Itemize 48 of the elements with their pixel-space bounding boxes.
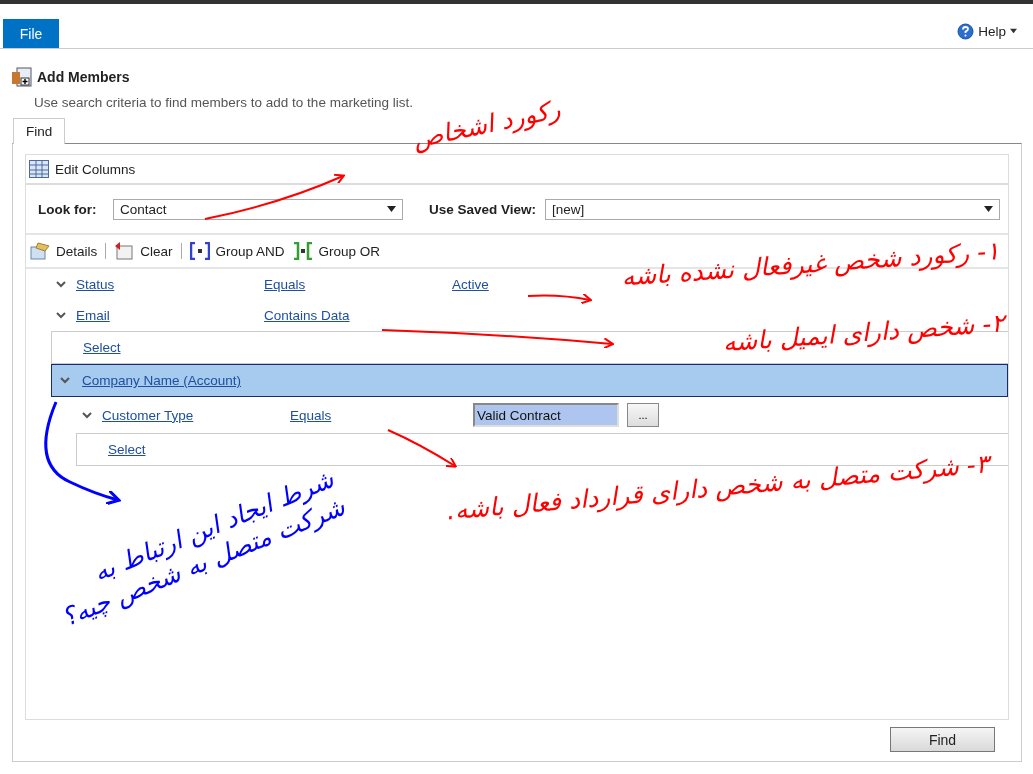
chevron-down-icon[interactable] xyxy=(60,377,70,384)
operator-link[interactable]: Equals xyxy=(264,277,306,292)
field-link[interactable]: Status xyxy=(76,277,115,292)
field-link[interactable]: Customer Type xyxy=(102,407,194,423)
handdrawn-arrow xyxy=(387,429,457,468)
toolbar-button[interactable]: Group AND xyxy=(185,242,289,260)
dropdown-arrow-icon xyxy=(984,206,993,212)
brackets-icon xyxy=(292,242,313,260)
details-icon xyxy=(30,242,50,260)
saved-view-label: Use Saved View: xyxy=(429,201,538,217)
handwritten-note: ۳- شرکت متصل به شخص دارای قرارداد فعال باشه. xyxy=(444,449,991,528)
look-for-dropdown[interactable]: Contact xyxy=(113,198,403,220)
clear-icon xyxy=(114,242,135,260)
help-icon xyxy=(957,22,975,40)
lookup-button[interactable]: ... xyxy=(627,403,659,427)
group-row[interactable]: Company Name (Account) xyxy=(51,364,1008,397)
field-link[interactable]: Email xyxy=(76,308,110,323)
find-button[interactable]: Find xyxy=(890,727,995,752)
select-link[interactable]: Select xyxy=(83,340,121,355)
handwritten-note: ۲- شخص دارای ایمیل باشه xyxy=(720,308,1006,360)
caret-icon xyxy=(1010,28,1017,34)
dialog-title: Add Members xyxy=(37,69,130,85)
handdrawn-arrow xyxy=(527,292,592,305)
handwritten-note: ۱- رکورد شخص غیرفعال نشده باشه xyxy=(619,236,1001,294)
brackets-icon xyxy=(189,242,210,260)
chevron-down-icon[interactable] xyxy=(82,411,92,419)
dialog-subtitle: Use search criteria to find members to add to the marketing list. xyxy=(34,95,414,110)
toolbar-button[interactable]: Clear xyxy=(110,242,177,260)
value-link[interactable]: Active xyxy=(452,277,489,292)
group-link[interactable]: Company Name (Account) xyxy=(82,373,242,388)
chevron-down-icon[interactable] xyxy=(56,281,66,288)
operator-link[interactable]: Equals xyxy=(290,407,332,423)
saved-view-dropdown[interactable]: [new] xyxy=(545,198,1000,220)
dropdown-arrow-icon xyxy=(387,206,396,212)
operator-link[interactable]: Contains Data xyxy=(264,308,350,323)
handwritten-note: شرط ایجاد این ارتباط به شرکت متصل به شخص چیه؟ xyxy=(56,464,350,635)
look-for-label: Look for: xyxy=(38,201,98,217)
columns-icon xyxy=(29,160,49,178)
toolbar-button[interactable]: Details xyxy=(26,242,102,260)
toolbar-button[interactable]: Group OR xyxy=(288,242,385,260)
value-field[interactable]: Valid Contract xyxy=(473,403,619,427)
chevron-down-icon[interactable] xyxy=(56,312,66,319)
help-menu[interactable]: Help xyxy=(951,21,1023,41)
file-tab[interactable]: File xyxy=(3,19,59,48)
select-link[interactable]: Select xyxy=(108,442,146,457)
members-list-icon xyxy=(12,67,32,87)
edit-columns-button[interactable]: Edit Columns xyxy=(26,155,1008,185)
find-tab[interactable]: Find xyxy=(13,118,66,144)
